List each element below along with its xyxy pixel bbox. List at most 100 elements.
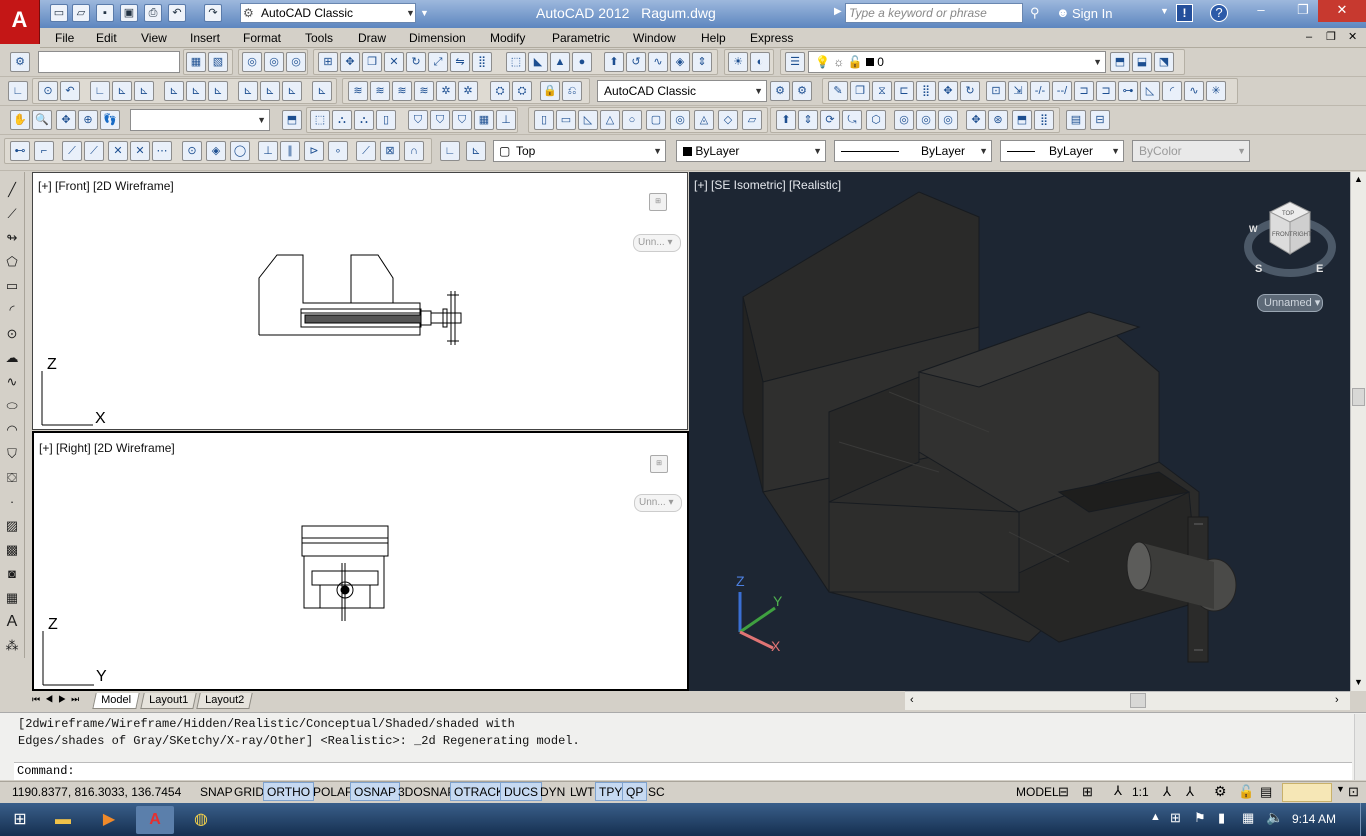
array-2-icon[interactable]: ⣿	[916, 81, 936, 101]
temp-track-icon[interactable]: ⊷	[10, 141, 30, 161]
layer-state-icon[interactable]: ⬔	[1154, 52, 1174, 72]
layer-lock-icon[interactable]: ⛭	[490, 81, 510, 101]
ucs-x-icon[interactable]: ⊾	[312, 81, 332, 101]
viewport-right[interactable]: [+] [Right] [2D Wireframe] ⊞ Unn... ▾ Z …	[32, 431, 689, 691]
wedge-2-icon[interactable]: ◺	[578, 110, 598, 130]
annotation-scale-icon[interactable]: ⅄	[1114, 783, 1122, 799]
workspace-settings-icon[interactable]: ⚙	[770, 81, 790, 101]
zoom-window-icon[interactable]: ⊙	[38, 81, 58, 101]
mirror-2-icon[interactable]: ⧖	[872, 81, 892, 101]
clean-screen-icon[interactable]: ⊡	[1348, 784, 1359, 800]
snap-none-icon[interactable]: ⊠	[380, 141, 400, 161]
break-2-icon[interactable]: ⊐	[1096, 81, 1116, 101]
cone-2-icon[interactable]: △	[600, 110, 620, 130]
layer-iso-icon[interactable]: ≋	[392, 81, 412, 101]
status-menu-icon[interactable]: ▼	[1336, 784, 1345, 794]
layer-previous-icon[interactable]: ⬓	[1132, 52, 1152, 72]
layer-freeze-icon[interactable]: ✲	[436, 81, 456, 101]
layer-merge-icon[interactable]: 🔒	[540, 81, 560, 101]
horizontal-scrollbar[interactable]: ‹ ›	[905, 691, 1350, 710]
tab-model[interactable]: Model	[92, 693, 140, 709]
view-combo[interactable]: ▢ Top ▼	[493, 140, 666, 162]
ucs-face-icon[interactable]: ⊾	[164, 81, 184, 101]
menu-edit[interactable]: Edit	[96, 31, 117, 45]
3dalign-icon[interactable]: ⬒	[1012, 110, 1032, 130]
media-player-icon[interactable]: ▶	[90, 806, 128, 834]
move-2-icon[interactable]: ✥	[938, 81, 958, 101]
open-file-icon[interactable]: ▱	[72, 4, 90, 22]
rotate-2-icon[interactable]: ↻	[960, 81, 980, 101]
annotation-visibility-icon[interactable]: ⅄	[1163, 784, 1171, 800]
pyramid-icon[interactable]: ◬	[694, 110, 714, 130]
loft-icon[interactable]: ◈	[670, 52, 690, 72]
loft-2-icon[interactable]: ⬡	[866, 110, 886, 130]
box-2-icon[interactable]: ▭	[556, 110, 576, 130]
taskbar-clock[interactable]: 9:14 AM	[1292, 812, 1336, 826]
print-icon[interactable]: ⎙	[144, 4, 162, 22]
file-explorer-icon[interactable]: ▬	[44, 806, 82, 834]
menu-help[interactable]: Help	[701, 31, 726, 45]
osnap-settings-icon[interactable]: ∩	[404, 141, 424, 161]
lineweight-combo[interactable]: ByLayer ▼	[1000, 140, 1124, 162]
zoom-icon[interactable]: 🔍	[32, 110, 52, 130]
mtext-icon[interactable]: A	[3, 613, 21, 631]
group-icon[interactable]: ▦	[186, 52, 206, 72]
layer-delete-icon[interactable]: ⎌	[562, 81, 582, 101]
color-combo[interactable]: ByLayer ▼	[676, 140, 826, 162]
help-button[interactable]: ?	[1210, 4, 1228, 22]
new-file-icon[interactable]: ▭	[50, 4, 68, 22]
scroll-up-icon[interactable]: ▲	[1354, 174, 1363, 184]
line-icon[interactable]: ╱	[3, 181, 21, 199]
array-icon[interactable]: ⣿	[472, 52, 492, 72]
menu-dimension[interactable]: Dimension	[409, 31, 466, 45]
subtract-icon[interactable]: ◎	[916, 110, 936, 130]
torus-icon[interactable]: ◎	[670, 110, 690, 130]
ucs-origin-icon[interactable]: ⊾	[238, 81, 258, 101]
wblock-icon[interactable]: ⛉	[452, 110, 472, 130]
stretch-icon[interactable]: ⇲	[1008, 81, 1028, 101]
maximize-button[interactable]: ❐	[1286, 0, 1320, 22]
sphere-icon[interactable]: ●	[572, 52, 592, 72]
insert-block-2-icon[interactable]: ⛉	[3, 445, 21, 463]
snap-apparent-icon[interactable]: ✕	[130, 141, 150, 161]
solid-icon[interactable]: ◎	[242, 52, 262, 72]
search-expand-icon[interactable]: ▶	[834, 6, 842, 17]
chamfer-icon[interactable]: ◺	[1140, 81, 1160, 101]
annotation-scale-value[interactable]: 1:1	[1132, 785, 1149, 799]
trim-icon[interactable]: -/-	[1030, 81, 1050, 101]
snap-extension-icon[interactable]: ⋯	[152, 141, 172, 161]
pencil-icon[interactable]: ✎	[828, 81, 848, 101]
layer-unlock-icon[interactable]: ⛭	[512, 81, 532, 101]
qa-customize-icon[interactable]: ▼	[420, 3, 432, 23]
ucs-view-icon[interactable]: ⊾	[208, 81, 228, 101]
battery-icon[interactable]: ▮	[1218, 810, 1225, 826]
workspace-settings-2-icon[interactable]: ⚙	[792, 81, 812, 101]
helix-icon[interactable]: ◇	[718, 110, 738, 130]
presspull-icon[interactable]: ⇕	[692, 52, 712, 72]
show-desktop-button[interactable]	[1360, 803, 1366, 836]
auto-scale-icon[interactable]: ⅄	[1186, 784, 1194, 800]
menu-modify[interactable]: Modify	[490, 31, 525, 45]
viewport-se-isometric[interactable]: [+] [SE Isometric] [Realistic] Z Y X TOP…	[689, 172, 1350, 691]
tray-icon[interactable]: ⚑	[1194, 810, 1206, 826]
quickview-icon[interactable]: ⊞	[1082, 784, 1093, 800]
move-icon[interactable]: ✥	[340, 52, 360, 72]
walk-icon[interactable]: 👣	[100, 110, 120, 130]
sweep-2-icon[interactable]: ⟳	[820, 110, 840, 130]
break-icon[interactable]: ⊐	[1074, 81, 1094, 101]
scroll-left-icon[interactable]: ‹	[910, 694, 914, 706]
isolate-objects-icon[interactable]	[1282, 783, 1332, 802]
paint-icon[interactable]: ◍	[182, 806, 220, 834]
polyline-icon[interactable]: ↬	[3, 229, 21, 247]
scroll-right-icon[interactable]: ›	[1335, 694, 1339, 706]
erase-icon[interactable]: ✕	[384, 52, 404, 72]
gradient-2-icon[interactable]: ▩	[3, 541, 21, 559]
layer-properties-icon[interactable]: ☰	[785, 52, 805, 72]
point-2-icon[interactable]: ·	[3, 493, 21, 511]
ungroup-icon[interactable]: ▧	[208, 52, 228, 72]
arc-icon[interactable]: ◜	[3, 301, 21, 319]
solid-2-icon[interactable]: ◎	[264, 52, 284, 72]
workspace-dropdown[interactable]: AutoCAD Classic	[240, 3, 416, 23]
offset-icon[interactable]: ⊏	[894, 81, 914, 101]
menu-insert[interactable]: Insert	[190, 31, 220, 45]
